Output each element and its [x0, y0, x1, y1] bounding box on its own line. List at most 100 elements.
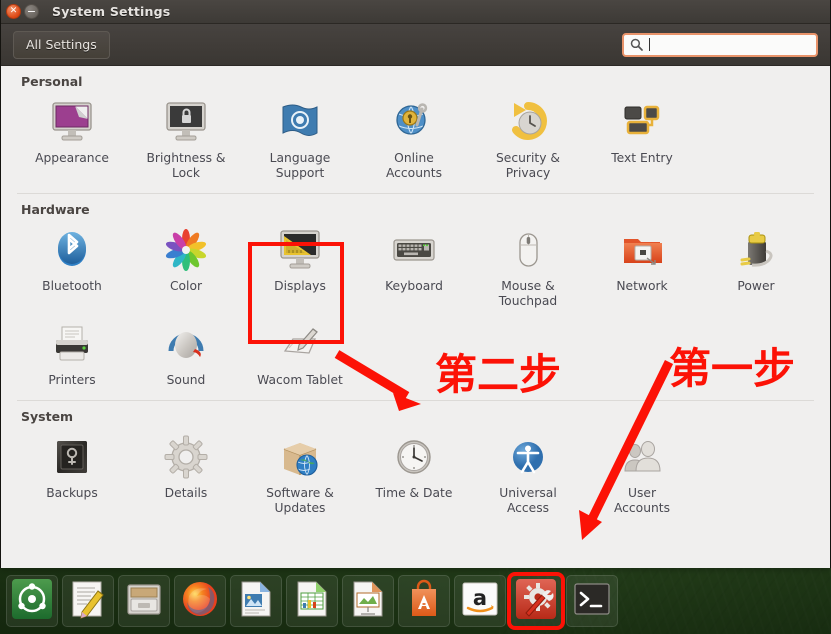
settings-item-label: Sound [166, 373, 206, 387]
power-icon [733, 225, 779, 273]
settings-item-time-date[interactable]: Time & Date [357, 428, 471, 522]
settings-item-label: Printers [48, 373, 96, 387]
security-privacy-icon [505, 97, 551, 145]
libreoffice-calc-icon [292, 579, 332, 623]
settings-item-label: Wacom Tablet [257, 373, 343, 387]
dock-item-ubuntu-dash[interactable] [6, 575, 58, 627]
dock-item-amazon[interactable]: a [454, 575, 506, 627]
amazon-icon: a [460, 579, 500, 623]
settings-item-label: Brightness & Lock [146, 151, 226, 180]
all-settings-button[interactable]: All Settings [13, 30, 110, 59]
settings-item-label: Text Entry [611, 151, 673, 165]
settings-section-system: System Backups Details Software & Updates… [1, 400, 830, 522]
settings-item-label: Universal Access [499, 486, 557, 515]
file-manager-icon [124, 579, 164, 623]
settings-item-power[interactable]: Power [699, 221, 813, 315]
svg-text:a: a [473, 586, 487, 610]
settings-item-printers[interactable]: Printers [15, 315, 129, 394]
desktop: ✕ − System Settings All Settings Persona… [0, 0, 831, 634]
firefox-icon [180, 579, 220, 623]
settings-item-label: Language Support [269, 151, 331, 180]
ubuntu-software-icon [404, 579, 444, 623]
dock-item-system-settings[interactable] [507, 572, 565, 630]
universal-access-icon [505, 432, 551, 480]
section-title: Personal [21, 74, 83, 89]
dock-item-firefox[interactable] [174, 575, 226, 627]
minimize-icon[interactable]: − [24, 4, 39, 19]
system-settings-icon [516, 579, 556, 623]
printers-icon [49, 319, 95, 367]
settings-item-brightness-lock[interactable]: Brightness & Lock [129, 93, 243, 187]
software-updates-icon [277, 432, 323, 480]
settings-item-label: Bluetooth [42, 279, 102, 293]
time-date-icon [391, 432, 437, 480]
section-title: Hardware [21, 202, 90, 217]
settings-item-keyboard[interactable]: Keyboard [357, 221, 471, 315]
settings-item-bluetooth[interactable]: Bluetooth [15, 221, 129, 315]
dock-item-libreoffice-writer[interactable] [230, 575, 282, 627]
settings-item-sound[interactable]: Sound [129, 315, 243, 394]
settings-item-displays[interactable]: Displays [243, 221, 357, 315]
libreoffice-writer-icon [236, 579, 276, 623]
ubuntu-dash-icon [12, 579, 52, 623]
settings-item-wacom-tablet[interactable]: Wacom Tablet [243, 315, 357, 394]
dock-item-libreoffice-impress[interactable] [342, 575, 394, 627]
settings-item-security-privacy[interactable]: Security & Privacy [471, 93, 585, 187]
dock-item-file-manager[interactable] [118, 575, 170, 627]
section-title: System [21, 409, 74, 424]
dock-item-ubuntu-software[interactable] [398, 575, 450, 627]
sound-icon [163, 319, 209, 367]
settings-item-appearance[interactable]: Appearance [15, 93, 129, 187]
settings-item-universal-access[interactable]: Universal Access [471, 428, 585, 522]
system-settings-window: ✕ − System Settings All Settings Persona… [0, 0, 831, 568]
settings-item-label: Power [737, 279, 775, 293]
settings-item-label: Online Accounts [385, 151, 443, 180]
dock-item-terminal[interactable] [566, 575, 618, 627]
search-caret [649, 38, 650, 51]
window-titlebar[interactable]: ✕ − System Settings [1, 0, 830, 24]
settings-item-language-support[interactable]: Language Support [243, 93, 357, 187]
search-icon [630, 38, 643, 51]
mouse-touchpad-icon [505, 225, 551, 273]
displays-icon [277, 225, 323, 273]
settings-item-text-entry[interactable]: Text Entry [585, 93, 699, 187]
brightness-lock-icon [163, 97, 209, 145]
settings-item-label: User Accounts [613, 486, 671, 515]
details-icon [163, 432, 209, 480]
dock-item-text-editor[interactable] [62, 575, 114, 627]
settings-item-network[interactable]: Network [585, 221, 699, 315]
settings-item-label: Time & Date [375, 486, 453, 500]
settings-item-user-accounts[interactable]: User Accounts [585, 428, 699, 522]
backups-icon [49, 432, 95, 480]
wacom-tablet-icon [277, 319, 323, 367]
settings-item-label: Mouse & Touchpad [498, 279, 558, 308]
settings-item-label: Details [164, 486, 208, 500]
settings-item-mouse-touchpad[interactable]: Mouse & Touchpad [471, 221, 585, 315]
network-icon [619, 225, 665, 273]
window-title: System Settings [52, 4, 171, 19]
settings-item-backups[interactable]: Backups [15, 428, 129, 522]
online-accounts-icon [391, 97, 437, 145]
close-icon[interactable]: ✕ [6, 4, 21, 19]
settings-content: Personal Appearance Brightness & Lock La… [1, 66, 830, 568]
settings-item-label: Displays [274, 279, 326, 293]
settings-item-color[interactable]: Color [129, 221, 243, 315]
settings-item-details[interactable]: Details [129, 428, 243, 522]
settings-grid: Backups Details Software & Updates Time &… [15, 428, 816, 522]
search-input[interactable] [622, 32, 818, 57]
terminal-icon [572, 579, 612, 623]
settings-grid: Bluetooth Color Displays Keyboard Mouse … [15, 221, 816, 394]
color-icon [163, 225, 209, 273]
text-editor-icon [68, 579, 108, 623]
language-support-icon [277, 97, 323, 145]
settings-item-software-updates[interactable]: Software & Updates [243, 428, 357, 522]
unity-launcher-dock: a [0, 568, 831, 634]
libreoffice-impress-icon [348, 579, 388, 623]
bluetooth-icon [49, 225, 95, 273]
settings-item-online-accounts[interactable]: Online Accounts [357, 93, 471, 187]
dock-item-libreoffice-calc[interactable] [286, 575, 338, 627]
window-toolbar: All Settings [1, 24, 830, 66]
settings-item-label: Appearance [35, 151, 109, 165]
settings-item-label: Keyboard [385, 279, 443, 293]
settings-section-personal: Personal Appearance Brightness & Lock La… [1, 66, 830, 187]
